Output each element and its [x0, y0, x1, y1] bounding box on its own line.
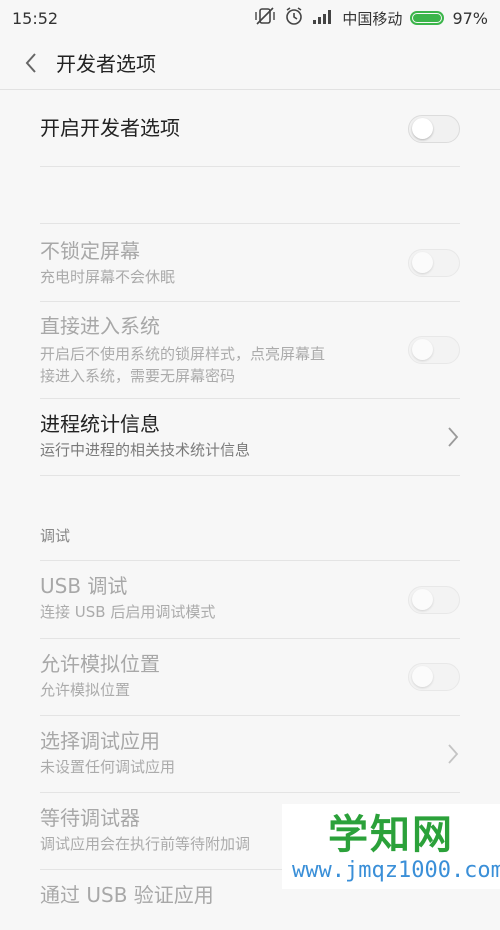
toggle-knob	[412, 588, 433, 610]
chevron-right-icon	[448, 744, 459, 764]
direct-enter-subtitle-line1: 开启后不使用系统的锁屏样式，点亮屏幕直	[40, 345, 326, 363]
developer-options-title: 开启开发者选项	[40, 116, 180, 140]
battery-icon	[410, 11, 445, 25]
process-stats-subtitle: 运行中进程的相关技术统计信息	[40, 441, 251, 459]
usb-debug-title: USB 调试	[40, 574, 128, 598]
watermark-url: www.jmqz1000.com	[292, 858, 500, 883]
chevron-right-icon	[448, 427, 459, 447]
usb-debug-subtitle: 连接 USB 后启用调试模式	[40, 603, 216, 621]
toggle-knob	[412, 339, 433, 360]
process-stats-row[interactable]: 进程统计信息 运行中进程的相关技术统计信息	[40, 399, 460, 476]
battery-fill	[413, 14, 441, 22]
status-icons: 中国移动 97%	[254, 6, 488, 30]
debug-section-label: 调试	[40, 476, 460, 561]
debug-app-title: 选择调试应用	[40, 729, 160, 753]
toggle-knob	[412, 251, 433, 273]
usb-debug-row[interactable]: USB 调试 连接 USB 后启用调试模式	[40, 561, 460, 639]
section-spacer	[40, 167, 460, 224]
status-time: 15:52	[12, 8, 59, 28]
mock-location-toggle[interactable]	[408, 663, 460, 691]
vibrate-off-icon	[254, 6, 276, 30]
battery-percent: 97%	[452, 8, 488, 28]
mock-location-title: 允许模拟位置	[40, 652, 160, 676]
chevron-left-icon[interactable]	[18, 50, 44, 76]
developer-options-row[interactable]: 开启开发者选项	[40, 91, 460, 167]
usb-debug-toggle[interactable]	[408, 585, 460, 614]
watermark-logo-text: 学知网	[328, 812, 454, 858]
process-stats-title: 进程统计信息	[40, 412, 160, 436]
stay-awake-subtitle: 充电时屏幕不会休眠	[40, 268, 176, 286]
watermark: 学知网 www.jmqz1000.com	[282, 804, 500, 889]
stay-awake-toggle[interactable]	[408, 248, 460, 277]
stay-awake-row[interactable]: 不锁定屏幕 充电时屏幕不会休眠	[40, 224, 460, 302]
direct-enter-title: 直接进入系统	[40, 314, 160, 338]
signal-icon	[312, 8, 334, 28]
app-header: 开发者选项	[0, 36, 500, 90]
mock-location-subtitle: 允许模拟位置	[40, 681, 131, 699]
debug-app-row[interactable]: 选择调试应用 未设置任何调试应用	[40, 716, 460, 793]
developer-options-toggle[interactable]	[408, 114, 460, 143]
alarm-icon	[284, 6, 304, 30]
toggle-knob	[412, 117, 433, 139]
debug-app-subtitle: 未设置任何调试应用	[40, 758, 176, 776]
carrier-name: 中国移动	[342, 9, 403, 28]
status-bar: 15:52 中国移动 97%	[0, 0, 500, 36]
stay-awake-title: 不锁定屏幕	[40, 239, 140, 263]
page-title: 开发者选项	[56, 52, 156, 76]
mock-location-row[interactable]: 允许模拟位置 允许模拟位置	[40, 639, 460, 716]
toggle-knob	[412, 666, 433, 687]
direct-enter-row[interactable]: 直接进入系统 开启后不使用系统的锁屏样式，点亮屏幕直 接进入系统，需要无屏幕密码	[40, 302, 460, 399]
direct-enter-toggle[interactable]	[408, 336, 460, 364]
direct-enter-subtitle-line2: 接进入系统，需要无屏幕密码	[40, 367, 236, 385]
